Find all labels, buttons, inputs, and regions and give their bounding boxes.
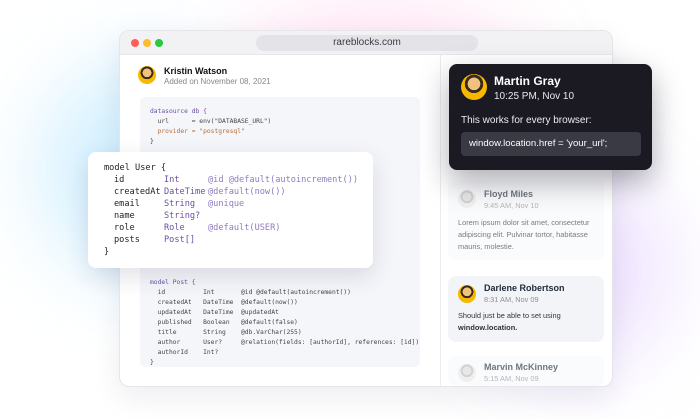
comment-body: Lorem ipsum dolor sit amet, consectetur …: [458, 218, 590, 251]
comment-body-text: Should just be able to set using: [458, 311, 561, 320]
schema-field: id: [114, 175, 125, 185]
schema-type: Post[]: [164, 235, 196, 245]
commenter-name: Floyd Miles: [484, 189, 534, 199]
code-line: updatedAt DateTime @updatedAt: [150, 309, 279, 316]
schema-line: }: [104, 247, 110, 257]
schema-line: model User {: [104, 163, 167, 173]
commenter-name: Marvin McKinney: [484, 362, 559, 372]
schema-type: String?: [164, 211, 201, 221]
minimize-window-dot[interactable]: [143, 39, 151, 47]
schema-attr: @id @default(autoincrement()): [208, 175, 359, 185]
comment-time: 10:25 PM, Nov 10: [494, 91, 575, 102]
commenter-avatar: [458, 190, 476, 208]
code-line: datasource db {: [150, 108, 207, 115]
maximize-window-dot[interactable]: [155, 39, 163, 47]
author-name: Kristin Watson: [164, 66, 228, 76]
commenter-name: Martin Gray: [494, 74, 561, 88]
schema-type: Int: [164, 175, 180, 185]
code-line: authorId Int?: [150, 349, 219, 356]
code-line: author User? @relation(fields: [authorId…: [150, 339, 420, 346]
comment-time: 5:15 AM, Nov 09: [484, 374, 539, 383]
schema-attr: @default(now()): [208, 187, 286, 197]
code-line: published Boolean @default(false): [150, 319, 298, 326]
code-line: provider = "postgresql": [150, 128, 245, 135]
comment-time: 9:45 AM, Nov 10: [484, 201, 539, 210]
commenter-avatar: [458, 285, 476, 303]
close-window-dot[interactable]: [131, 39, 139, 47]
commenter-name: Darlene Robertson: [484, 283, 565, 293]
schema-attr: @default(USER): [208, 223, 281, 233]
code-line: createdAt DateTime @default(now()): [150, 299, 298, 306]
schema-type: Role: [164, 223, 185, 233]
code-line: title String @db.VarChar(255): [150, 329, 302, 336]
comment-body: Should just be able to set using window.…: [458, 310, 598, 334]
author-avatar: [138, 66, 156, 84]
schema-attr: @unique: [208, 199, 245, 209]
comment-card[interactable]: Marvin McKinney 5:15 AM, Nov 09: [448, 356, 604, 386]
code-snippet: window.location.href = 'your_url';: [461, 132, 641, 156]
comment-body: This works for every browser:: [461, 115, 592, 126]
code-line: url = env("DATABASE_URL"): [150, 118, 272, 125]
comment-card[interactable]: Floyd Miles 9:45 AM, Nov 10 Lorem ipsum …: [448, 180, 604, 260]
commenter-avatar: [461, 74, 487, 100]
code-line: model Post {: [150, 279, 196, 286]
code-line: }: [150, 138, 154, 145]
comment-card[interactable]: Darlene Robertson 8:31 AM, Nov 09 Should…: [448, 276, 604, 342]
schema-field: email: [114, 199, 140, 209]
schema-field: role: [114, 223, 135, 233]
browser-titlebar: rareblocks.com: [120, 31, 612, 55]
comment-time: 8:31 AM, Nov 09: [484, 295, 539, 304]
schema-type: String: [164, 199, 196, 209]
code-line: }: [150, 359, 154, 366]
code-line: id Int @id @default(autoincrement()): [150, 289, 351, 296]
schema-field: name: [114, 211, 135, 221]
highlighted-comment-card[interactable]: Martin Gray 10:25 PM, Nov 10 This works …: [449, 64, 652, 170]
schema-model-card: model User { id Int @id @default(autoinc…: [88, 152, 373, 268]
post-date: Added on November 08, 2021: [164, 77, 271, 86]
commenter-avatar: [458, 364, 476, 382]
schema-field: posts: [114, 235, 140, 245]
address-bar[interactable]: rareblocks.com: [256, 35, 478, 51]
schema-field: createdAt: [114, 187, 161, 197]
schema-type: DateTime: [164, 187, 206, 197]
comment-body-code: window.location.: [458, 323, 518, 332]
